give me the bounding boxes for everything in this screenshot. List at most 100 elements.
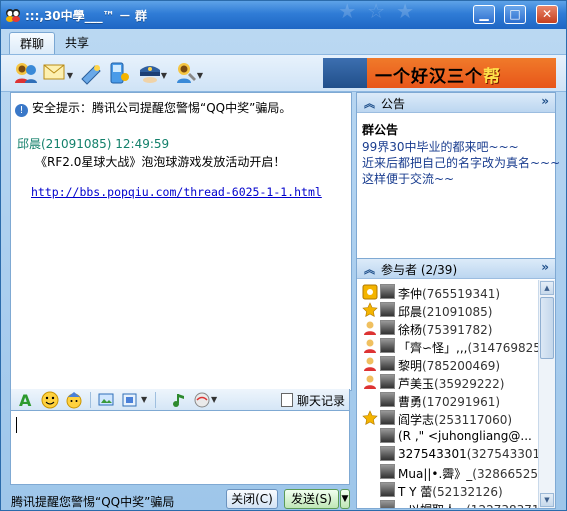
police-button[interactable]: ▼ — [135, 59, 167, 87]
member-icon — [364, 321, 376, 335]
expand-icon[interactable]: » — [541, 260, 549, 274]
chevron-down-icon: ▼ — [66, 71, 73, 80]
send-button[interactable]: 发送(S) — [284, 489, 339, 509]
participants-header[interactable]: ︽ 参与者 (2/39) » — [357, 259, 555, 279]
avatar — [380, 428, 395, 443]
input-toolbar: A ▼ ▼ 聊天记录 — [10, 389, 350, 411]
banner-text-highlight: 帮 — [483, 67, 501, 87]
member-qq-number: (327543301) — [466, 447, 538, 461]
close-window-button[interactable]: ✕ — [536, 5, 558, 24]
minimize-button[interactable]: ▁ — [473, 5, 495, 24]
member-row[interactable]: 李仲(765519341) — [357, 283, 538, 301]
member-row[interactable]: 芦美玉(35929222) — [357, 373, 538, 391]
member-name-wrap: ~以帽取人~(122738371) — [398, 501, 538, 508]
group-members-button[interactable] — [11, 59, 41, 87]
font-icon[interactable]: A — [17, 391, 35, 409]
tab-share[interactable]: 共享 — [55, 32, 99, 54]
member-name: 327543301 — [398, 447, 467, 461]
member-icon — [364, 357, 376, 371]
member-name: 李仲 — [398, 287, 423, 301]
admin-star-icon — [362, 410, 378, 425]
member-row[interactable]: ~以帽取人~(122738371) — [357, 499, 538, 508]
member-icon — [364, 375, 376, 389]
avatar — [380, 464, 395, 479]
announcement-title: 群公告 — [362, 123, 399, 137]
chevron-down-icon: ▼ — [341, 494, 349, 504]
text-caret — [16, 417, 17, 433]
announcement-header-label: 公告 — [381, 97, 406, 111]
member-list[interactable]: 李仲(765519341) 邱晨(21091085) 徐杨(75391782) 「齊∽… — [357, 280, 538, 508]
member-row[interactable]: 327543301(327543301) — [357, 445, 538, 463]
member-list-scrollbar[interactable]: ▲ ▼ — [538, 280, 555, 508]
chat-history-button[interactable]: 聊天记录 — [280, 392, 345, 409]
close-icon: ✕ — [541, 7, 553, 21]
avatar — [380, 410, 395, 425]
member-row[interactable]: 曹勇(170291961) — [357, 391, 538, 409]
member-name-wrap: (R ," <juhongliang@... — [398, 429, 532, 443]
ring-icon — [81, 65, 101, 85]
member-name: 阎学志 — [398, 413, 435, 427]
member-qq-number: (253117060) — [434, 413, 513, 427]
member-qq-number: (75391782) — [422, 323, 493, 337]
scroll-thumb[interactable] — [540, 297, 554, 359]
shake-icon[interactable] — [193, 391, 211, 409]
image-icon[interactable] — [121, 391, 139, 409]
member-row[interactable]: T Y 蕾(52132126) — [357, 481, 538, 499]
scroll-down-icon[interactable]: ▼ — [540, 493, 554, 507]
blank-role-icon — [362, 500, 378, 508]
banner-text: 一个好汉三个帮 — [375, 62, 501, 87]
send-options-button[interactable]: ▼ — [340, 489, 350, 509]
magic-face-icon[interactable] — [65, 391, 83, 409]
message-link[interactable]: http://bbs.popqiu.com/thread-6025-1-1.ht… — [31, 185, 322, 199]
member-row[interactable]: 黎明(785200469) — [357, 355, 538, 373]
mail-button[interactable]: ▼ — [41, 59, 73, 87]
avatar — [380, 284, 395, 299]
security-notice: ! 安全提示：腾讯公司提醒您警惕“QQ中奖”骗局。 — [15, 99, 347, 117]
chat-window: ★ ☆ ★ :::,30中學___™ － 群 ▁ □ ✕ 群聊 共享 ▼ ▼ ▼… — [0, 0, 567, 511]
member-qq-number: (122738371) — [466, 503, 538, 508]
chevron-down-icon: ▼ — [160, 71, 167, 80]
announcement-header[interactable]: ︽ 公告 » — [357, 93, 555, 113]
close-button[interactable]: 关闭(C) — [226, 489, 278, 509]
maximize-button[interactable]: □ — [504, 5, 526, 24]
security-notice-text: 安全提示：腾讯公司提醒您警惕“QQ中奖”骗局。 — [32, 101, 292, 115]
member-row[interactable]: 徐杨(75391782) — [357, 319, 538, 337]
member-row[interactable]: Mua||•.霽》_(328665251) — [357, 463, 538, 481]
member-row[interactable]: 阎学志(253117060) — [357, 409, 538, 427]
member-row[interactable]: 邱晨(21091085) — [357, 301, 538, 319]
message-header: 邱晨(21091085) 12:49:59 — [17, 137, 170, 151]
announcement-line: 近来后都把自己的名字改为真名~~~ — [362, 156, 561, 170]
member-name-wrap: 「齊∽怪」,,,(314769825) — [398, 339, 538, 356]
police-icon — [140, 66, 160, 83]
collapse-icon: ︽ — [364, 97, 375, 110]
smiley-icon[interactable] — [41, 391, 59, 409]
message-input[interactable] — [10, 411, 350, 485]
member-name: ~以帽取人~ — [398, 503, 466, 508]
tools-button[interactable]: ▼ — [171, 59, 203, 87]
member-row[interactable]: (R ," <juhongliang@... — [357, 427, 538, 445]
music-icon[interactable] — [171, 391, 189, 409]
banner-picture — [323, 58, 367, 88]
member-row[interactable]: 「齊∽怪」,,,(314769825) — [357, 337, 538, 355]
announcement-panel: ︽ 公告 » 群公告 99界30中毕业的都来吧~~~ 近来后都把自己的名字改为真… — [356, 92, 560, 260]
title-bar[interactable]: ★ ☆ ★ :::,30中學___™ － 群 ▁ □ ✕ — [1, 1, 566, 29]
footer-status: 腾讯提醒您警惕“QQ中奖”骗局 — [11, 495, 175, 509]
member-name-wrap: 曹勇(170291961) — [398, 393, 500, 410]
member-name-wrap: 黎明(785200469) — [398, 357, 500, 374]
maximize-icon: □ — [509, 7, 521, 21]
chat-history-panel[interactable]: ! 安全提示：腾讯公司提醒您警惕“QQ中奖”骗局。 邱晨(21091085) 12… — [10, 92, 352, 391]
expand-icon[interactable]: » — [541, 94, 549, 108]
blank-role-icon — [362, 428, 378, 444]
ad-banner[interactable]: 一个好汉三个帮 — [323, 58, 556, 88]
member-name: 徐杨 — [398, 323, 423, 337]
tab-group-chat[interactable]: 群聊 — [9, 32, 56, 55]
scroll-up-icon[interactable]: ▲ — [540, 281, 554, 295]
phone-button[interactable] — [103, 59, 133, 87]
avatar — [380, 482, 395, 497]
member-name-wrap: 邱晨(21091085) — [398, 303, 492, 320]
avatar — [380, 446, 395, 461]
toolbar-separator — [90, 392, 91, 408]
screenshot-icon[interactable] — [97, 391, 115, 409]
member-name: Mua||•.霽》_ — [398, 467, 473, 481]
avatar — [380, 320, 395, 335]
